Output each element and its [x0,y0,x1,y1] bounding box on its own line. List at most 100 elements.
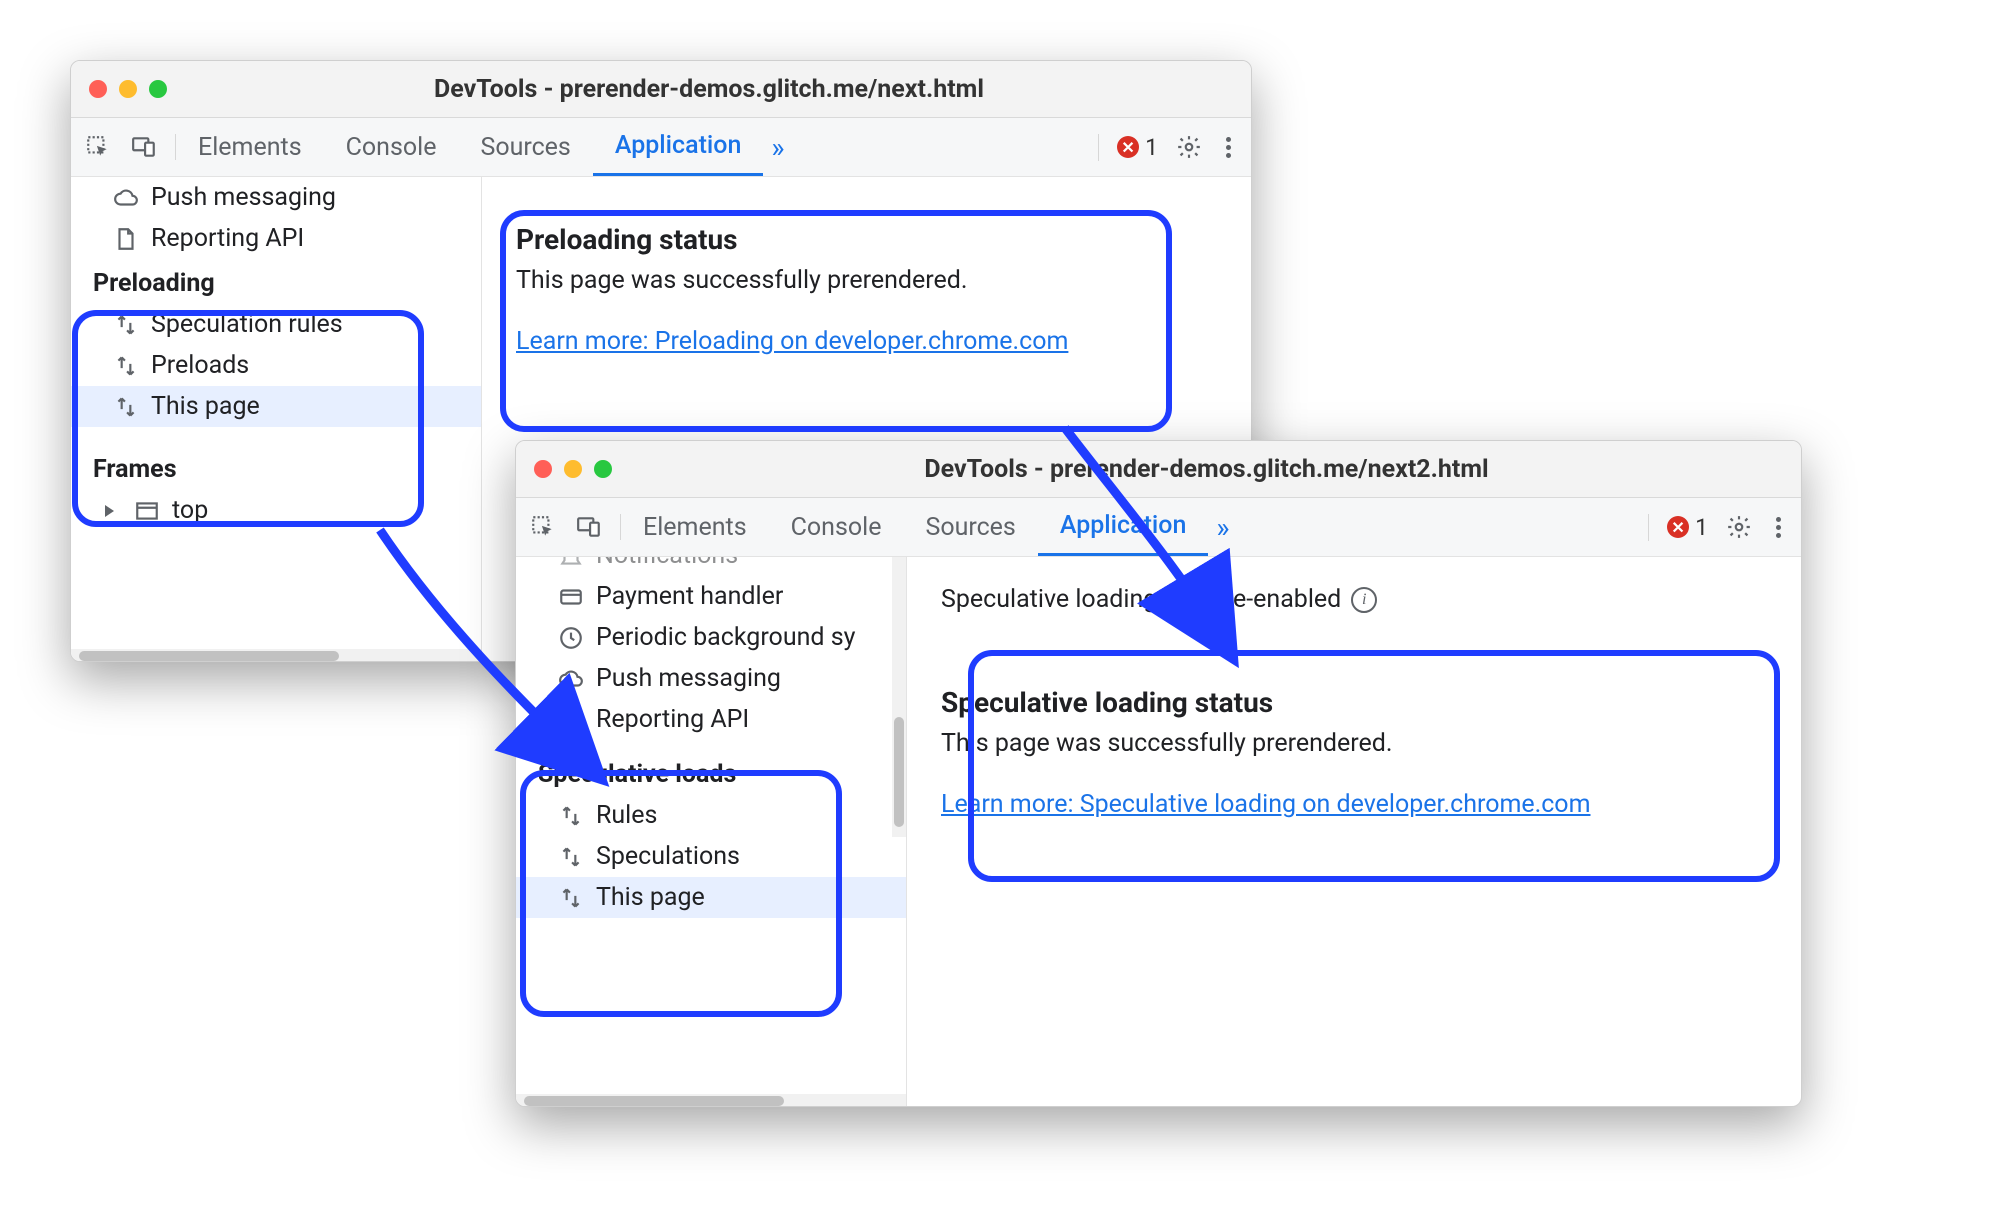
sidebar-item-label: Push messaging [151,183,336,212]
close-icon[interactable] [89,80,107,98]
tabbar: Elements Console Sources Application » ✕… [71,118,1251,177]
sidebar-item-speculation-rules[interactable]: Speculation rules [71,304,481,345]
horizontal-scrollbar[interactable] [71,649,481,662]
cloud-icon [113,185,139,211]
sidebar-item-label: Speculations [596,842,740,871]
vertical-scrollbar[interactable] [892,557,906,837]
sidebar-item-label: Notifications [596,557,738,570]
minimize-icon[interactable] [119,80,137,98]
learn-more-link[interactable]: Learn more: Speculative loading on devel… [941,790,1591,819]
window-title: DevTools - prerender-demos.glitch.me/nex… [630,455,1783,484]
learn-more-link[interactable]: Learn more: Preloading on developer.chro… [516,327,1068,356]
titlebar: DevTools - prerender-demos.glitch.me/nex… [71,61,1251,118]
sidebar-section-preloading[interactable]: Preloading [71,259,481,304]
gear-icon[interactable] [1726,514,1752,540]
file-icon [113,226,139,252]
tab-elements[interactable]: Elements [176,118,324,176]
tab-application[interactable]: Application [593,118,764,176]
horizontal-scrollbar[interactable] [516,1094,906,1107]
error-count: 1 [1145,134,1158,161]
sidebar-item-label: This page [596,883,705,912]
error-icon: ✕ [1117,136,1139,158]
more-tabs-icon[interactable]: » [763,131,792,164]
sidebar-section-frames[interactable]: Frames [71,445,481,490]
panel-text: This page was successfully prerendered. [516,266,1217,295]
sidebar-item-label: Reporting API [151,224,304,253]
sidebar-item-notifications[interactable]: Notifications [516,557,906,576]
main-panel: Speculative loading is force-enabled i S… [907,557,1801,1107]
cloud-icon [558,666,584,692]
info-icon[interactable]: i [1351,587,1377,613]
window-title: DevTools - prerender-demos.glitch.me/nex… [185,75,1233,104]
tab-sources[interactable]: Sources [458,118,592,176]
clock-icon [558,625,584,651]
sidebar-item-reporting-api[interactable]: Reporting API [516,699,906,740]
sidebar-item-label: Push messaging [596,664,781,693]
sidebar: Push messaging Reporting API Preloading … [71,177,482,662]
sidebar-section-speculative-loads[interactable]: Speculative loads [516,750,906,795]
arrows-icon [558,844,584,870]
gear-icon[interactable] [1176,134,1202,160]
card-icon [558,584,584,610]
sidebar-item-push-messaging[interactable]: Push messaging [516,658,906,699]
sidebar-item-this-page[interactable]: This page [516,877,906,918]
arrows-icon [113,353,139,379]
panel-heading: Preloading status [516,223,1217,256]
info-line: Speculative loading is force-enabled i [941,585,1767,614]
sidebar-item-speculations[interactable]: Speculations [516,836,906,877]
sidebar-item-frames-top[interactable]: top [71,490,481,531]
sidebar-item-label: Preloads [151,351,249,380]
bell-icon [558,557,584,569]
arrows-icon [113,394,139,420]
sidebar-item-label: top [172,496,208,525]
tab-console[interactable]: Console [769,498,904,556]
tab-console[interactable]: Console [324,118,459,176]
sidebar-item-label: Rules [596,801,657,830]
caret-icon [105,505,114,517]
inspect-element-icon[interactable] [85,134,111,160]
kebab-menu-icon[interactable] [1220,137,1237,158]
sidebar-item-payment-handler[interactable]: Payment handler [516,576,906,617]
arrows-icon [558,885,584,911]
device-toggle-icon[interactable] [576,514,602,540]
zoom-icon[interactable] [594,460,612,478]
inspect-element-icon[interactable] [530,514,556,540]
tab-elements[interactable]: Elements [621,498,769,556]
sidebar-item-preloads[interactable]: Preloads [71,345,481,386]
zoom-icon[interactable] [149,80,167,98]
minimize-icon[interactable] [564,460,582,478]
error-badge[interactable]: ✕ 1 [1667,514,1708,541]
sidebar-item-reporting-api[interactable]: Reporting API [71,218,481,259]
sidebar-item-label: Reporting API [596,705,749,734]
file-icon [558,707,584,733]
sidebar-item-label: Periodic background sy [596,623,855,652]
panel-heading: Speculative loading status [941,686,1767,719]
error-count: 1 [1695,514,1708,541]
sidebar: Notifications Payment handler Periodic b… [516,557,907,1107]
sidebar-item-label: Payment handler [596,582,783,611]
sidebar-item-label: This page [151,392,260,421]
tab-application[interactable]: Application [1038,498,1209,556]
tabbar: Elements Console Sources Application » ✕… [516,498,1801,557]
error-icon: ✕ [1667,516,1689,538]
traffic-lights [534,460,612,478]
sidebar-item-label: Speculation rules [151,310,343,339]
more-tabs-icon[interactable]: » [1208,511,1237,544]
arrows-icon [113,312,139,338]
close-icon[interactable] [534,460,552,478]
window-icon [134,498,160,524]
sidebar-item-rules[interactable]: Rules [516,795,906,836]
titlebar: DevTools - prerender-demos.glitch.me/nex… [516,441,1801,498]
traffic-lights [89,80,167,98]
panel-text: This page was successfully prerendered. [941,729,1767,758]
tab-sources[interactable]: Sources [903,498,1037,556]
error-badge[interactable]: ✕ 1 [1117,134,1158,161]
info-text: Speculative loading is force-enabled [941,585,1341,614]
sidebar-item-this-page[interactable]: This page [71,386,481,427]
device-toggle-icon[interactable] [131,134,157,160]
devtools-window-after: DevTools - prerender-demos.glitch.me/nex… [515,440,1802,1107]
sidebar-item-push-messaging[interactable]: Push messaging [71,177,481,218]
arrows-icon [558,803,584,829]
sidebar-item-periodic-background-sync[interactable]: Periodic background sy [516,617,906,658]
kebab-menu-icon[interactable] [1770,517,1787,538]
